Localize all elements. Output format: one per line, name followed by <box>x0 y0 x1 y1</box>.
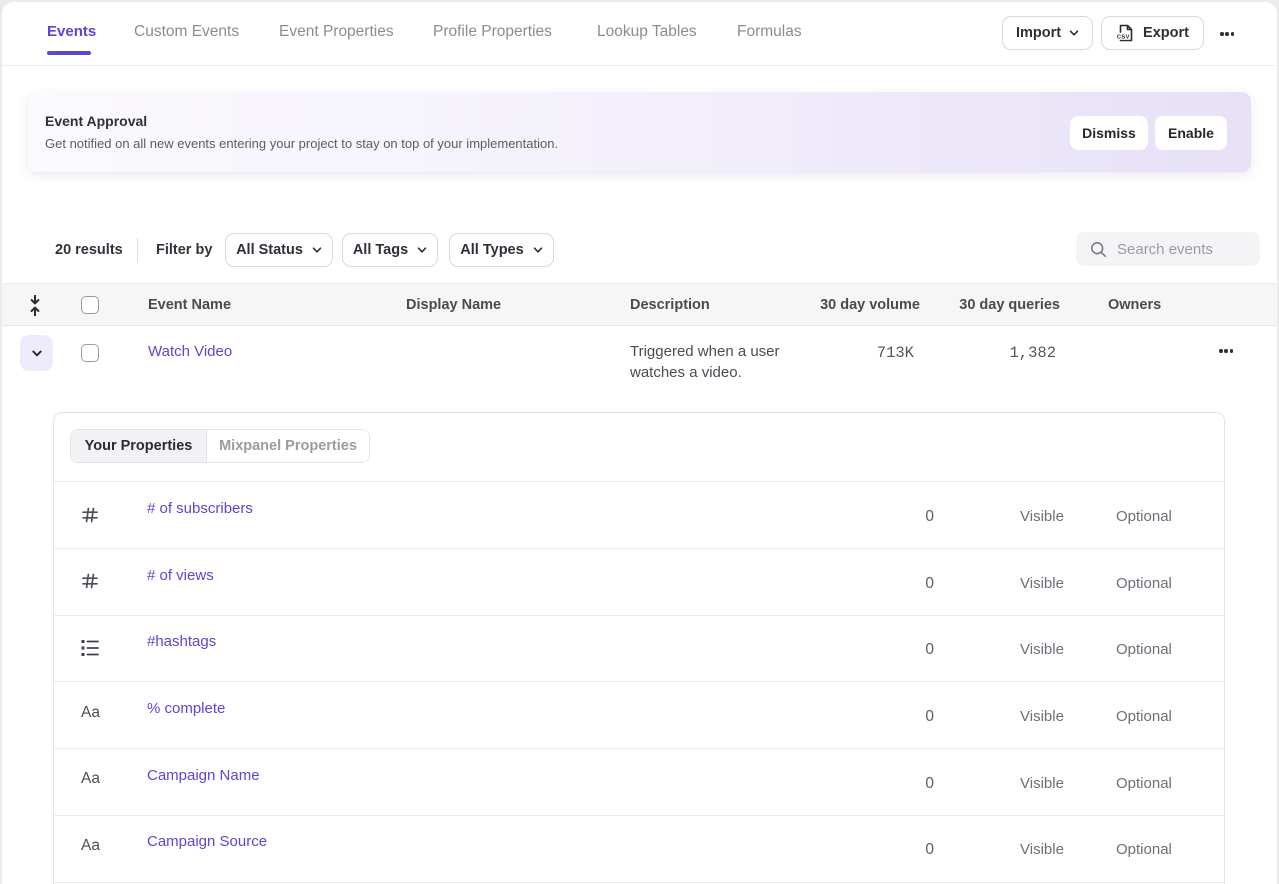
svg-text:CSV: CSV <box>1117 34 1130 40</box>
